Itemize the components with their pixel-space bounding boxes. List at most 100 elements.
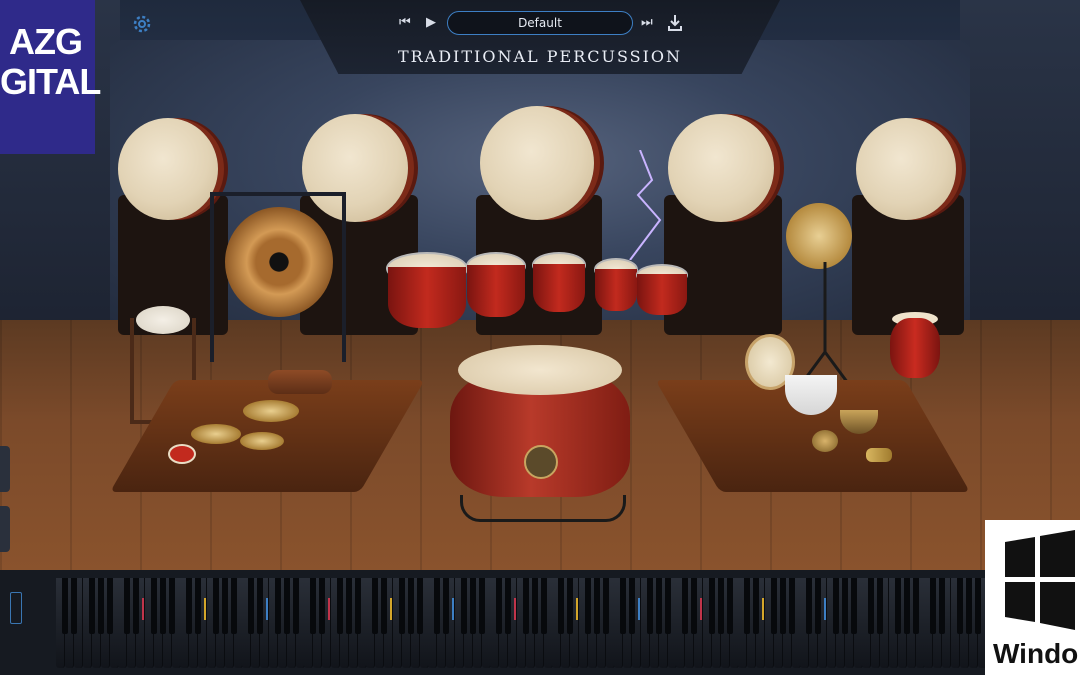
black-key[interactable] (346, 578, 352, 634)
black-key[interactable] (541, 578, 547, 634)
keyboard-octave[interactable] (180, 578, 243, 670)
preset-selector[interactable]: Default (447, 11, 633, 35)
black-key[interactable] (169, 578, 175, 634)
black-key[interactable] (496, 578, 502, 634)
tom-drum-3[interactable] (532, 252, 586, 320)
black-key[interactable] (656, 578, 662, 634)
side-panel-tab-1[interactable] (0, 446, 10, 492)
keyboard-octave[interactable] (800, 578, 863, 670)
skip-back-icon[interactable]: ⏮ (399, 15, 411, 31)
keyboard-octave[interactable] (304, 578, 367, 670)
black-key[interactable] (399, 578, 405, 634)
main-taiko-drum[interactable] (450, 345, 630, 522)
taiko-drum-5[interactable] (856, 118, 956, 220)
keyboard-keys[interactable] (56, 578, 987, 670)
black-key[interactable] (833, 578, 839, 634)
gong[interactable] (225, 207, 333, 317)
small-bell[interactable] (812, 430, 838, 452)
black-key[interactable] (151, 578, 157, 634)
suspended-cymbal[interactable] (786, 203, 852, 269)
black-key[interactable] (257, 578, 263, 634)
download-icon[interactable] (667, 14, 683, 32)
small-cymbal-3[interactable] (240, 432, 284, 450)
black-key[interactable] (789, 578, 795, 634)
keyboard-range-indicator[interactable] (10, 592, 22, 624)
black-key[interactable] (975, 578, 981, 634)
black-key[interactable] (904, 578, 910, 634)
black-key[interactable] (682, 578, 688, 634)
tom-drum-5[interactable] (636, 264, 688, 322)
small-cymbal-1[interactable] (243, 400, 299, 422)
keyboard-octave[interactable] (924, 578, 987, 670)
play-icon[interactable]: ▶ (426, 15, 436, 31)
black-key[interactable] (851, 578, 857, 634)
keyboard-octave[interactable] (552, 578, 615, 670)
black-key[interactable] (594, 578, 600, 634)
black-key[interactable] (806, 578, 812, 634)
gear-icon[interactable] (130, 12, 154, 36)
tingsha-bells[interactable] (866, 448, 892, 462)
keyboard-octave[interactable] (366, 578, 429, 670)
black-key[interactable] (443, 578, 449, 634)
keyboard-octave[interactable] (738, 578, 801, 670)
black-key[interactable] (71, 578, 77, 634)
black-key[interactable] (434, 578, 440, 634)
small-red-drum[interactable] (168, 444, 196, 464)
keyboard-octave[interactable] (490, 578, 553, 670)
black-key[interactable] (603, 578, 609, 634)
black-key[interactable] (408, 578, 414, 634)
black-key[interactable] (195, 578, 201, 634)
black-key[interactable] (895, 578, 901, 634)
black-key[interactable] (957, 578, 963, 634)
keyboard-octave[interactable] (56, 578, 119, 670)
black-key[interactable] (727, 578, 733, 634)
black-key[interactable] (275, 578, 281, 634)
black-key[interactable] (186, 578, 192, 634)
black-key[interactable] (744, 578, 750, 634)
black-key[interactable] (107, 578, 113, 634)
black-key[interactable] (89, 578, 95, 634)
black-key[interactable] (293, 578, 299, 634)
black-key[interactable] (319, 578, 325, 634)
taiko-drum-1[interactable] (118, 118, 218, 220)
black-key[interactable] (691, 578, 697, 634)
black-key[interactable] (479, 578, 485, 634)
black-key[interactable] (647, 578, 653, 634)
black-key[interactable] (709, 578, 715, 634)
small-cymbal-2[interactable] (191, 424, 241, 444)
black-key[interactable] (505, 578, 511, 634)
black-key[interactable] (966, 578, 972, 634)
keyboard-octave[interactable] (676, 578, 739, 670)
black-key[interactable] (310, 578, 316, 634)
tom-drum-1[interactable] (386, 252, 468, 338)
black-key[interactable] (718, 578, 724, 634)
black-key[interactable] (629, 578, 635, 634)
black-key[interactable] (284, 578, 290, 634)
black-key[interactable] (665, 578, 671, 634)
wood-block[interactable] (268, 370, 332, 394)
black-key[interactable] (815, 578, 821, 634)
black-key[interactable] (160, 578, 166, 634)
taiko-drum-4[interactable] (668, 114, 774, 222)
keyboard-octave[interactable] (862, 578, 925, 670)
black-key[interactable] (868, 578, 874, 634)
keyboard-octave[interactable] (614, 578, 677, 670)
black-key[interactable] (222, 578, 228, 634)
taiko-drum-3[interactable] (480, 106, 594, 220)
tom-drum-2[interactable] (466, 252, 526, 326)
black-key[interactable] (753, 578, 759, 634)
black-key[interactable] (381, 578, 387, 634)
black-key[interactable] (213, 578, 219, 634)
black-key[interactable] (558, 578, 564, 634)
black-key[interactable] (337, 578, 343, 634)
black-key[interactable] (771, 578, 777, 634)
black-key[interactable] (417, 578, 423, 634)
black-key[interactable] (133, 578, 139, 634)
black-key[interactable] (939, 578, 945, 634)
black-key[interactable] (62, 578, 68, 634)
black-key[interactable] (780, 578, 786, 634)
black-key[interactable] (231, 578, 237, 634)
black-key[interactable] (372, 578, 378, 634)
black-key[interactable] (877, 578, 883, 634)
black-key[interactable] (523, 578, 529, 634)
